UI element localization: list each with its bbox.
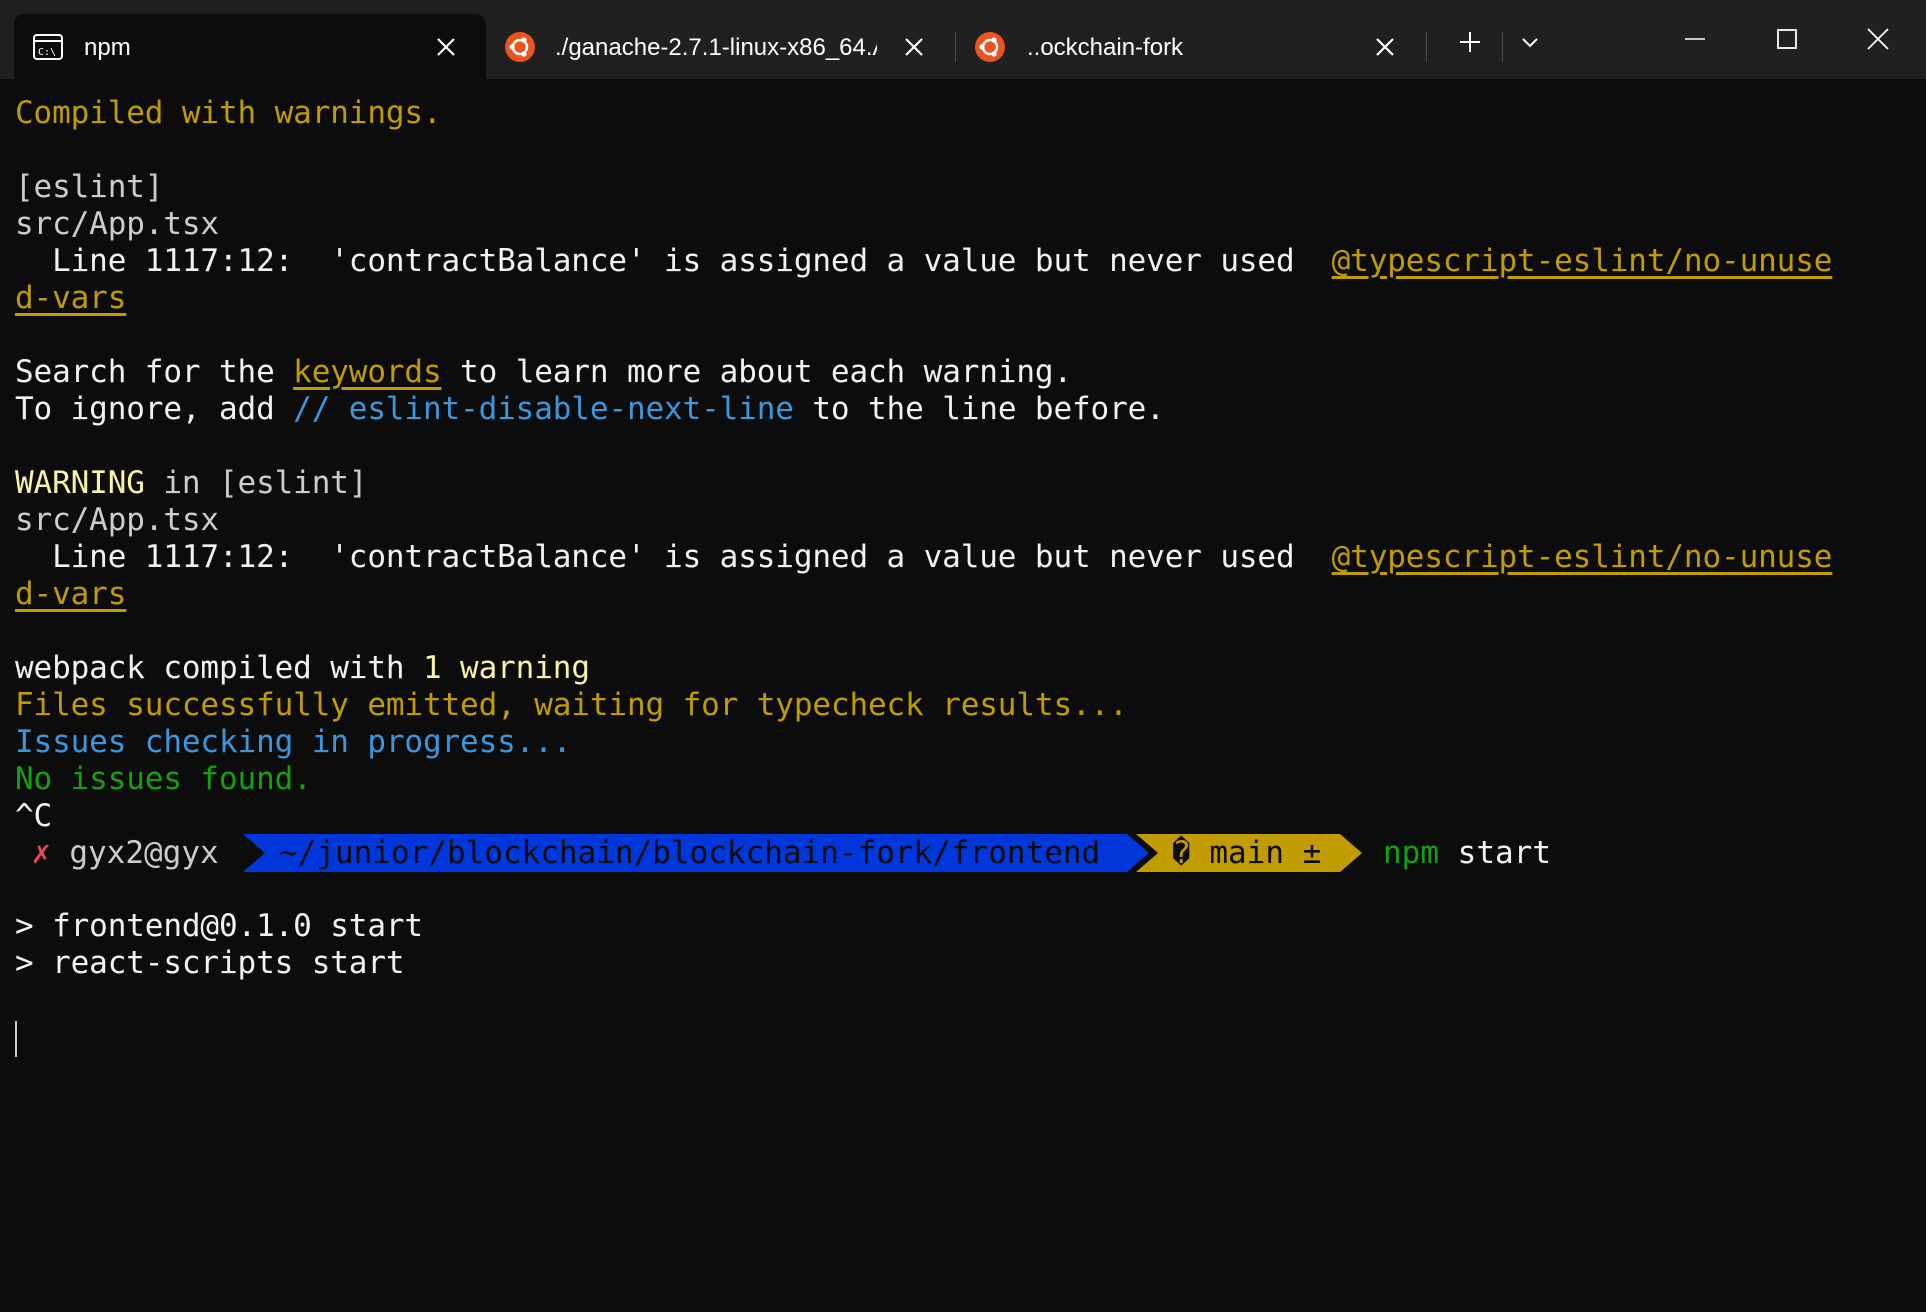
text-cursor xyxy=(15,1021,17,1057)
typecheck-status: Issues checking in progress... xyxy=(15,724,572,760)
keywords-link[interactable]: keywords xyxy=(293,354,441,390)
lint-message-wrap: d-vars xyxy=(15,280,126,317)
title-bar: C:\ npm ./ganache-2.7.1-linux-x86_64.App… xyxy=(0,0,1926,79)
eslint-tag: [eslint] xyxy=(15,169,164,205)
prompt-user: ✗ gyx2@gyx xyxy=(32,835,219,871)
prompt-path: ~/junior/blockchain/blockchain-fork/fron… xyxy=(279,835,1100,871)
interrupt-signal: ^C xyxy=(15,798,53,834)
lint-message: Line 1117:12: 'contractBalance' is assig… xyxy=(15,243,1833,279)
prompt-path-segment: ~/junior/blockchain/blockchain-fork/fron… xyxy=(243,834,1149,872)
compile-status: Compiled with warnings. xyxy=(15,95,442,131)
rule-link[interactable]: @typescript-eslint/no-unuse xyxy=(1332,243,1833,279)
chevron-down-icon xyxy=(1522,38,1538,48)
maximize-button[interactable] xyxy=(1752,14,1822,64)
tab-label: ..ockchain-fork xyxy=(1027,34,1184,61)
rule-link[interactable]: @typescript-eslint/no-unuse xyxy=(1332,539,1833,575)
tab-label: ./ganache-2.7.1-linux-x86_64.AppImage xyxy=(555,34,877,61)
rule-link[interactable]: d-vars xyxy=(15,280,126,316)
prompt-git-segment: � main ± xyxy=(1136,834,1362,872)
terminal-icon: C:\ xyxy=(32,31,64,63)
npm-run-line: > frontend@0.1.0 start xyxy=(15,908,423,944)
ignore-hint: To ignore, add // eslint-disable-next-li… xyxy=(15,391,1165,427)
new-tab-button[interactable] xyxy=(1448,20,1492,64)
tab-separator xyxy=(1502,32,1503,62)
error-status-icon: ✗ xyxy=(32,835,51,871)
file-path: src/App.tsx xyxy=(15,206,219,242)
tab-label: npm xyxy=(84,34,131,61)
tab-separator xyxy=(955,32,956,62)
minimize-icon xyxy=(1685,38,1705,40)
shell-prompt: ✗ gyx2@gyx ~/junior/blockchain/blockchai… xyxy=(0,834,1926,872)
svg-text:C:\: C:\ xyxy=(38,47,56,58)
prompt-git-branch: � main ± xyxy=(1172,835,1321,871)
maximize-icon xyxy=(1777,29,1797,49)
terminal-output[interactable]: Compiled with warnings. [eslint] src/App… xyxy=(0,79,1926,1312)
tab-separator xyxy=(1426,32,1427,62)
plus-icon xyxy=(1460,32,1480,52)
rule-link[interactable]: d-vars xyxy=(15,576,126,612)
ubuntu-icon xyxy=(974,31,1006,63)
tab-dropdown-button[interactable] xyxy=(1508,20,1552,64)
minimize-button[interactable] xyxy=(1660,14,1730,64)
close-tab-icon[interactable] xyxy=(433,34,459,60)
lint-message-wrap: d-vars xyxy=(15,576,126,613)
tab-ganache[interactable]: ./ganache-2.7.1-linux-x86_64.AppImage xyxy=(488,14,954,79)
npm-run-line: > react-scripts start xyxy=(15,945,405,981)
webpack-status: webpack compiled with 1 warning xyxy=(15,650,590,686)
tab-blockchain-fork[interactable]: ..ockchain-fork xyxy=(958,14,1424,79)
close-tab-icon[interactable] xyxy=(901,34,927,60)
typed-command: npm start xyxy=(1383,835,1551,871)
emit-status: Files successfully emitted, waiting for … xyxy=(15,687,1128,723)
disable-comment: // eslint-disable-next-line xyxy=(293,391,794,427)
ubuntu-icon xyxy=(504,31,536,63)
warning-header: WARNING in [eslint] xyxy=(15,465,368,501)
typecheck-result: No issues found. xyxy=(15,761,312,797)
search-hint: Search for the keywords to learn more ab… xyxy=(15,354,1072,390)
close-tab-icon[interactable] xyxy=(1372,34,1398,60)
close-icon xyxy=(1867,28,1889,50)
lint-message: Line 1117:12: 'contractBalance' is assig… xyxy=(15,539,1833,575)
tab-npm[interactable]: C:\ npm xyxy=(14,14,486,79)
file-path: src/App.tsx xyxy=(15,502,219,538)
close-window-button[interactable] xyxy=(1843,14,1913,64)
